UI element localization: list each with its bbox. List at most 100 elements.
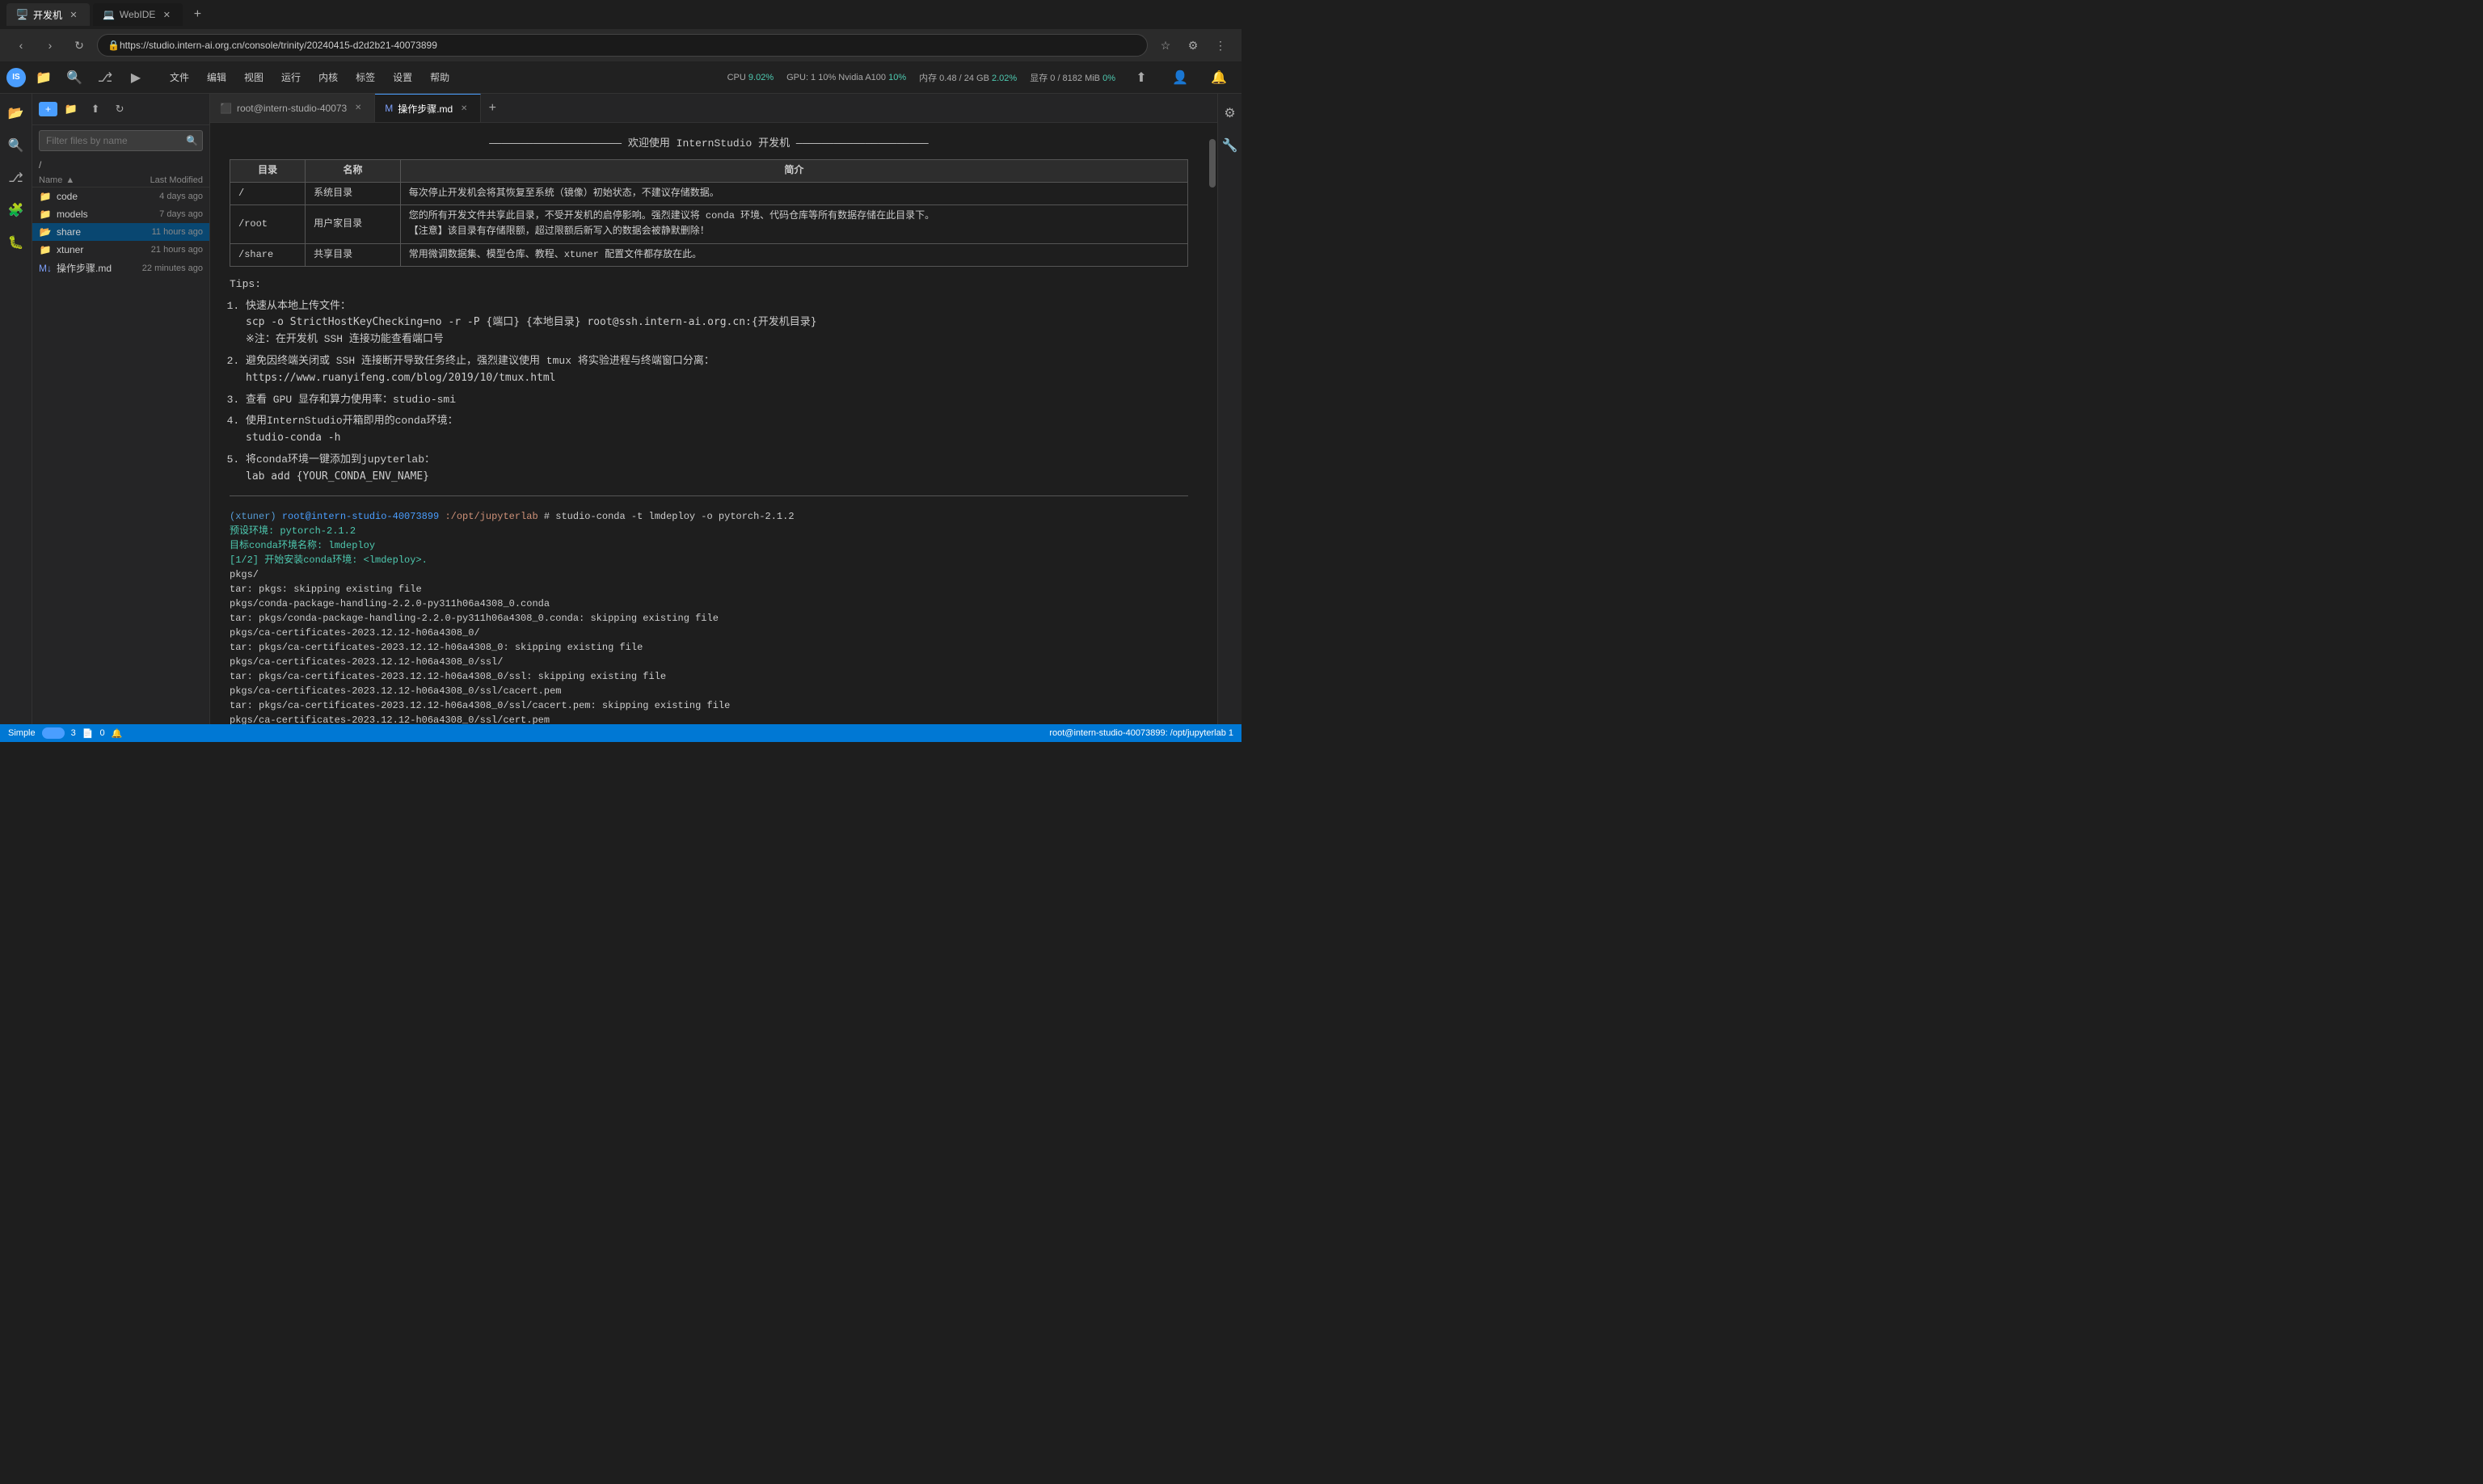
menu-edit[interactable]: 编辑 — [199, 67, 234, 87]
md-tab-label: 操作步骤.md — [398, 102, 453, 116]
reload-btn[interactable]: ↻ — [68, 34, 91, 57]
table-header-dir: 目录 — [230, 159, 306, 182]
md-file-icon: M↓ — [39, 262, 52, 275]
terminal-tab-close[interactable]: ✕ — [352, 102, 365, 115]
app-container: IS 📁 🔍 ⎇ ▶ 文件 编辑 视图 运行 内核 标签 设置 帮助 CPU 9… — [0, 61, 1242, 742]
terminal-user: root@intern-studio-40073899 — [282, 511, 439, 522]
new-tab-btn[interactable]: + — [186, 3, 209, 26]
git-icon[interactable]: ⎇ — [92, 65, 118, 91]
sidebar-extensions-btn[interactable]: 🧩 — [3, 197, 29, 223]
file-path: / — [32, 156, 209, 174]
bell-icon[interactable]: 🔔 — [1206, 65, 1232, 91]
new-file-btn[interactable]: + — [39, 102, 57, 116]
add-tab-btn[interactable]: + — [481, 97, 504, 120]
topbar-stats: CPU 9.02% GPU: 1 10% Nvidia A100 10% 内存 … — [727, 65, 1242, 91]
debug-icon[interactable]: ▶ — [123, 65, 149, 91]
mode-toggle[interactable] — [42, 727, 65, 739]
new-folder-btn[interactable]: 📁 — [61, 99, 82, 120]
file-date: 11 hours ago — [130, 227, 203, 237]
md-tab-close[interactable]: ✕ — [457, 102, 470, 115]
pkg-line-4: pkgs/ca-certificates-2023.12.12-h06a4308… — [230, 626, 1188, 640]
icon-sidebar: 📂 🔍 ⎇ 🧩 🐛 — [0, 94, 32, 724]
vram-stat: 显存 0 / 8182 MiB 0% — [1030, 71, 1115, 84]
upload-file-btn[interactable]: ⬆ — [85, 99, 106, 120]
tips-title: Tips: — [230, 276, 1188, 293]
content-divider — [230, 495, 1188, 496]
modified-column-header[interactable]: Last Modified — [130, 175, 203, 185]
table-cell: 系统目录 — [306, 182, 401, 204]
sidebar-git-btn[interactable]: ⎇ — [3, 165, 29, 191]
folder-icon: 📁 — [39, 243, 52, 256]
sidebar-files-btn[interactable]: 📂 — [3, 100, 29, 126]
sidebar-debug-btn[interactable]: 🐛 — [3, 230, 29, 255]
folder-icon: 📁 — [39, 208, 52, 221]
menu-icon[interactable]: ⋮ — [1209, 34, 1232, 57]
back-btn[interactable]: ‹ — [10, 34, 32, 57]
file-date: 21 hours ago — [130, 245, 203, 255]
user-icon[interactable]: 👤 — [1167, 65, 1193, 91]
right-settings-icon[interactable]: ⚙ — [1217, 100, 1242, 126]
right-sidebar: ⚙ 🔧 — [1217, 94, 1242, 724]
terminal-section: (xtuner) root@intern-studio-40073899 :/o… — [230, 509, 1188, 725]
table-cell: / — [230, 182, 306, 204]
gpu-stat: GPU: 1 10% Nvidia A100 10% — [786, 73, 906, 82]
browser-toolbar: ☆ ⚙ ⋮ — [1154, 34, 1232, 57]
menu-tabs[interactable]: 标签 — [348, 67, 383, 87]
terminal-path: :/opt/jupyterlab — [445, 511, 537, 522]
file-item-xtuner[interactable]: 📁 xtuner 21 hours ago — [32, 241, 209, 259]
table-header-name: 名称 — [306, 159, 401, 182]
bookmarks-icon[interactable]: ☆ — [1154, 34, 1177, 57]
terminal-tab-icon: ⬛ — [220, 103, 232, 114]
menu-run[interactable]: 运行 — [273, 67, 309, 87]
url-input[interactable]: 🔒 https://studio.intern-ai.org.cn/consol… — [97, 34, 1148, 57]
table-header-desc: 简介 — [400, 159, 1187, 182]
menu-kernel[interactable]: 内核 — [310, 67, 346, 87]
right-gear-icon[interactable]: 🔧 — [1217, 133, 1242, 158]
status-mode: Simple 3 📄 0 🔔 — [8, 727, 122, 739]
browser-tab-1[interactable]: 🖥️ 开发机 ✕ — [6, 3, 90, 26]
pkg-line-1: tar: pkgs: skipping existing file — [230, 582, 1188, 597]
file-date: 22 minutes ago — [130, 263, 203, 273]
file-list-header: Name ▲ Last Modified — [32, 174, 209, 188]
editor-content[interactable]: ————————————————————— 欢迎使用 InternStudio … — [210, 123, 1208, 724]
directory-table: 目录 名称 简介 / 系统目录 每次停止开发机会将其恢复至系统（镜像）初始状态，… — [230, 159, 1188, 267]
menu-view[interactable]: 视图 — [236, 67, 272, 87]
pkg-line-3: tar: pkgs/conda-package-handling-2.2.0-p… — [230, 611, 1188, 626]
app-logo: IS — [6, 68, 26, 87]
sidebar-search-btn[interactable]: 🔍 — [3, 133, 29, 158]
refresh-btn[interactable]: ↻ — [109, 99, 130, 120]
name-column-header[interactable]: Name ▲ — [39, 175, 130, 185]
file-item-models[interactable]: 📁 models 7 days ago — [32, 205, 209, 223]
table-row: / 系统目录 每次停止开发机会将其恢复至系统（镜像）初始状态，不建议存储数据。 — [230, 182, 1188, 204]
editor-tab-terminal[interactable]: ⬛ root@intern-studio-40073 ✕ — [210, 94, 375, 122]
menu-file[interactable]: 文件 — [162, 67, 197, 87]
tips-section: Tips: 快速从本地上传文件： scp -o StrictHostKeyChe… — [230, 276, 1188, 486]
address-bar: ‹ › ↻ 🔒 https://studio.intern-ai.org.cn/… — [0, 29, 1242, 61]
file-panel-toolbar: + 📁 ⬆ ↻ — [32, 94, 209, 125]
file-item-share[interactable]: 📂 share 11 hours ago — [32, 223, 209, 241]
menu-settings[interactable]: 设置 — [385, 67, 420, 87]
extensions-icon[interactable]: ⚙ — [1182, 34, 1204, 57]
tab2-close-btn[interactable]: ✕ — [160, 8, 173, 21]
search-input[interactable] — [39, 130, 203, 151]
scrollbar-thumb[interactable] — [1209, 139, 1216, 188]
search-topbar-icon[interactable]: 🔍 — [61, 65, 87, 91]
pkg-line-0: pkgs/ — [230, 567, 1188, 582]
table-cell: 共享目录 — [306, 243, 401, 266]
menu-help[interactable]: 帮助 — [422, 67, 457, 87]
tab1-close-btn[interactable]: ✕ — [67, 8, 80, 21]
app-menu: 文件 编辑 视图 运行 内核 标签 设置 帮助 — [155, 67, 464, 87]
status-bell-icon: 🔔 — [112, 728, 123, 739]
file-item-readme[interactable]: M↓ 操作步骤.md 22 minutes ago — [32, 259, 209, 277]
upload-icon[interactable]: ⬆ — [1128, 65, 1154, 91]
forward-btn[interactable]: › — [39, 34, 61, 57]
editor-scrollbar[interactable] — [1208, 123, 1217, 724]
tab1-label: 开发机 — [33, 8, 62, 22]
tips-list: 快速从本地上传文件： scp -o StrictHostKeyChecking=… — [230, 298, 1188, 486]
tab2-label: WebIDE — [120, 9, 155, 20]
file-item-code[interactable]: 📁 code 4 days ago — [32, 188, 209, 205]
editor-tab-md[interactable]: M 操作步骤.md ✕ — [375, 94, 481, 122]
explorer-icon[interactable]: 📁 — [31, 65, 57, 91]
status-num2: 📄 — [82, 728, 94, 739]
browser-tab-2[interactable]: 💻 WebIDE ✕ — [93, 3, 183, 26]
